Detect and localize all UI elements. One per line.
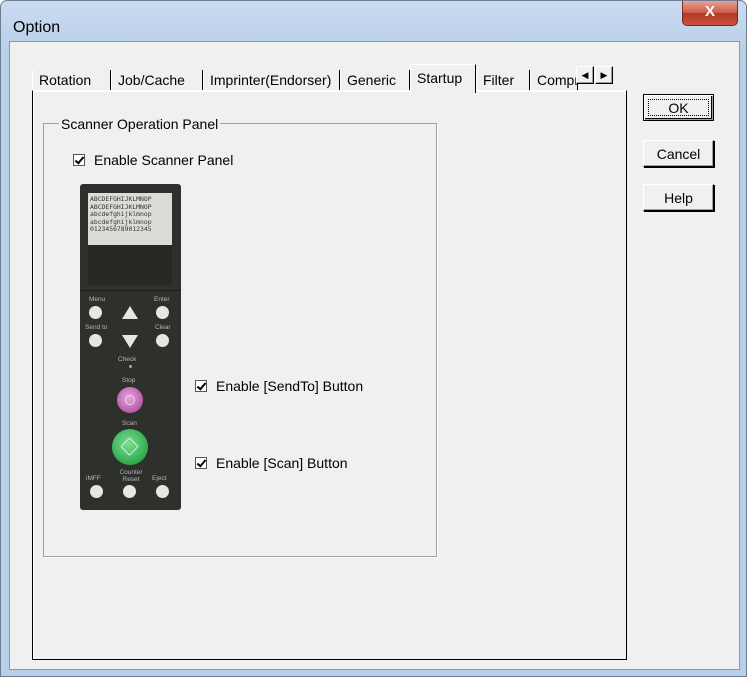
scanner-panel-image: ABCDEFGHIJKLMNOP ABCDEFGHIJKLMNOP abcdefgh… [80, 184, 181, 510]
send-to-button-image [89, 334, 102, 347]
scan-button-image [112, 429, 148, 465]
enable-scanner-panel-checkbox[interactable]: Enable Scanner Panel [73, 152, 233, 168]
tab-imprinter[interactable]: Imprinter(Endorser) [203, 70, 340, 91]
checkbox-checked-icon [73, 154, 85, 166]
lcd-display: ABCDEFGHIJKLMNOP ABCDEFGHIJKLMNOP abcdefgh… [88, 193, 172, 245]
checkbox-checked-icon [195, 380, 207, 392]
check-label: Check [118, 356, 137, 363]
ok-button-label: OK [648, 99, 709, 116]
check-led-icon [129, 365, 132, 368]
arrow-left-icon: ◀ [581, 70, 589, 80]
tab-filter[interactable]: Filter [476, 70, 530, 91]
clear-label: Clear [155, 324, 171, 331]
tab-startup[interactable]: Startup [410, 64, 476, 93]
tab-rotation[interactable]: Rotation [32, 70, 111, 91]
title-bar[interactable]: Option X [1, 1, 746, 41]
cancel-button[interactable]: Cancel [643, 140, 714, 167]
tab-scroll-right-button[interactable]: ▶ [595, 66, 613, 84]
tab-job-cache[interactable]: Job/Cache [111, 70, 203, 91]
group-caption: Scanner Operation Panel [59, 116, 221, 132]
tab-scroll-arrows: ◀ ▶ [576, 66, 616, 84]
enable-sendto-button-checkbox[interactable]: Enable [SendTo] Button [195, 378, 363, 394]
clear-button-image [156, 334, 169, 347]
eject-button-image [156, 485, 169, 498]
window-title: Option [13, 19, 61, 36]
stop-button-image [117, 387, 143, 413]
stop-label: Stop [122, 377, 136, 384]
scan-label: Scan [122, 420, 137, 427]
tab-generic[interactable]: Generic [340, 70, 410, 91]
panel-divider [80, 290, 181, 291]
lcd-bezel [88, 245, 172, 285]
enable-sendto-label: Enable [SendTo] Button [216, 378, 364, 394]
enable-scanner-panel-label: Enable Scanner Panel [94, 152, 234, 168]
tab-scroll-left-button[interactable]: ◀ [576, 66, 594, 84]
tab-compression[interactable]: Compr [530, 70, 578, 91]
imff-label: iMFF [86, 475, 101, 482]
checkbox-checked-icon [195, 457, 207, 469]
option-dialog: Option X Rotation Job/Cache Imprinter(En… [0, 0, 747, 677]
menu-button-image [89, 306, 102, 319]
down-arrow-icon [122, 335, 138, 348]
enable-scan-button-checkbox[interactable]: Enable [Scan] Button [195, 455, 348, 471]
close-button[interactable]: X [682, 1, 738, 26]
send-to-label: Send to [85, 324, 108, 331]
counter-reset-label: Counter Reset [119, 469, 143, 483]
lcd-line: 0123456789012345 [90, 225, 152, 234]
enter-label: Enter [154, 296, 170, 303]
menu-label: Menu [89, 296, 106, 303]
imff-button-image [90, 485, 103, 498]
enter-button-image [156, 306, 169, 319]
enable-scan-label: Enable [Scan] Button [216, 455, 348, 471]
help-button[interactable]: Help [643, 184, 714, 211]
ok-button[interactable]: OK [643, 94, 714, 121]
up-arrow-icon [122, 306, 138, 319]
arrow-right-icon: ▶ [600, 70, 608, 80]
eject-label: Eject [152, 475, 167, 482]
counter-reset-button-image [123, 485, 136, 498]
close-icon: X [704, 3, 715, 20]
